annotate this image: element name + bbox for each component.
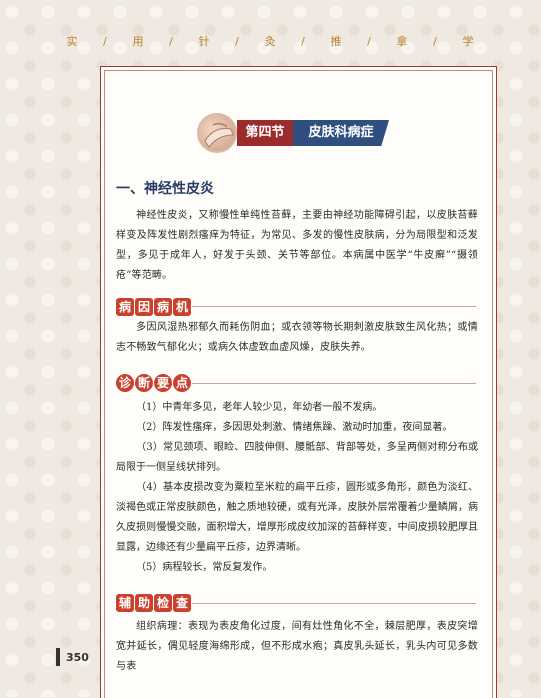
- list-item: （2）阵发性瘙痒，多因思处刺激、情绪焦躁、激动时加重，夜间显著。: [136, 422, 453, 433]
- divider: [192, 306, 476, 307]
- chapter-heading: 一、神经性皮炎: [116, 181, 214, 197]
- divider: [192, 603, 476, 604]
- diagnosis-label: 诊 断 要 点: [116, 372, 192, 394]
- header-char: 学: [462, 35, 475, 48]
- list-item: （5）病程较长，常反复发作。: [136, 562, 273, 573]
- intro-paragraph: 神经性皮炎，又称慢性单纯性苔藓，主要由神经功能障碍引起，以皮肤苔藓样变及阵发性剧…: [116, 210, 478, 281]
- section-title: 皮肤科病症: [293, 120, 389, 146]
- running-header: 实 / 用 / 针 / 灸 / 推 / 拿 / 学: [0, 30, 541, 52]
- etiology-text: 多因风湿热邪郁久而耗伤阴血；或衣领等物长期刺激皮肤致生风化热；或情志不畅致气郁化…: [116, 322, 478, 353]
- hand-massage-illustration-icon: [197, 113, 237, 153]
- header-char: 用: [132, 35, 145, 48]
- header-char: 拿: [396, 35, 409, 48]
- list-item: （4）基本皮损改变为粟粒至米粒的扁平丘疹，圆形或多角形，颜色为淡红、淡褐色或正常…: [116, 482, 478, 553]
- section-number: 第四节: [237, 120, 293, 146]
- header-char: 实: [66, 35, 79, 48]
- header-char: 灸: [264, 35, 277, 48]
- list-item: （3）常见颈项、眼睑、四肢伸侧、腰骶部、背部等处，多呈两侧对称分布或局限于一侧呈…: [116, 442, 478, 473]
- list-item: （1）中青年多见，老年人较少见，年幼者一般不发病。: [136, 402, 383, 413]
- etiology-label: 病 因 病 机: [116, 296, 192, 318]
- page-number: 350: [56, 648, 89, 666]
- auxiliary-label: 辅 助 检 查: [116, 592, 192, 614]
- section-banner: 第四节 皮肤科病症: [197, 113, 397, 153]
- header-char: 针: [198, 35, 211, 48]
- header-char: 推: [330, 35, 343, 48]
- auxiliary-text: 组织病理：表现为表皮角化过度，间有灶性角化不全，棘层肥厚，表皮突增宽并延长，偶见…: [116, 621, 478, 672]
- divider: [192, 383, 476, 384]
